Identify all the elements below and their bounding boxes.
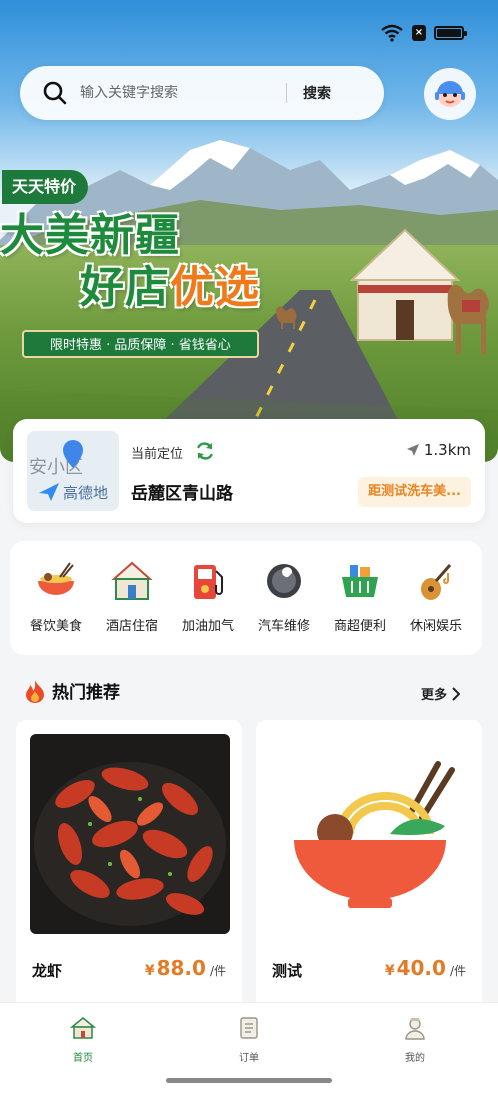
order-scroll-icon: [240, 1017, 258, 1039]
status-bar: ×: [380, 22, 467, 44]
category-hotel[interactable]: 酒店住宿: [94, 559, 170, 634]
product-image-crayfish: [30, 734, 230, 934]
yurt-icon: [111, 561, 153, 600]
map-thumbnail[interactable]: 安小区 高德地: [27, 431, 119, 511]
refresh-icon[interactable]: [195, 441, 215, 461]
price-unit: /件: [209, 964, 226, 978]
wifi-icon: [381, 24, 403, 42]
tab-orders[interactable]: 订单: [204, 1015, 294, 1064]
distance: 1.3km: [406, 441, 471, 459]
battery-icon: [434, 26, 467, 40]
category-label: 休闲娱乐: [409, 619, 462, 634]
category-label: 加油加气: [181, 619, 234, 634]
product-name: 龙虾: [32, 962, 63, 980]
tab-label: 订单: [239, 1053, 259, 1064]
tab-label: 我的: [405, 1053, 425, 1064]
no-sim-icon: ×: [412, 25, 426, 41]
product-image-noodle-bowl: [270, 734, 470, 934]
product-card[interactable]: 龙虾 ¥ 88.0 /件: [16, 720, 242, 1020]
category-label: 酒店住宿: [105, 619, 158, 634]
product-price: ¥ 88.0 /件: [145, 956, 226, 980]
category-label: 商超便利: [333, 619, 386, 634]
wrench-icon: [267, 564, 301, 598]
current-address: 岳麓区青山路: [131, 484, 233, 504]
currency-symbol: ¥: [144, 963, 155, 979]
location-card[interactable]: 安小区 高德地 当前定位 1.3km 岳麓区青山路 距测试洗车美...: [13, 419, 485, 523]
map-logo-text: 高德地: [63, 483, 109, 502]
banner-headline-line2: 好店优选: [80, 262, 260, 314]
category-supermarket[interactable]: 商超便利: [322, 559, 398, 634]
category-food[interactable]: 餐饮美食: [18, 559, 94, 634]
search-icon: [43, 81, 67, 105]
navigation-arrow-icon: [406, 444, 419, 456]
customer-service-button[interactable]: [424, 68, 476, 120]
section-title: 热门推荐: [52, 683, 120, 703]
profile-person-icon: [405, 1018, 425, 1040]
search-button[interactable]: 搜索: [303, 83, 331, 103]
banner-headline-line1: 大美新疆: [0, 210, 180, 261]
more-label: 更多: [420, 688, 447, 703]
tab-profile[interactable]: 我的: [370, 1015, 460, 1064]
crayfish-illustration: [30, 734, 230, 934]
category-fuel[interactable]: 加油加气: [170, 559, 246, 634]
amap-logo-icon: [39, 483, 59, 501]
daily-deal-tag: 天天特价: [2, 170, 89, 204]
search-bar[interactable]: 搜索: [20, 66, 384, 120]
lute-icon: [421, 564, 452, 600]
category-label: 餐饮美食: [29, 619, 82, 634]
product-price: ¥ 40.0 /件: [385, 956, 466, 980]
hot-section-header: 热门推荐: [24, 678, 120, 703]
fire-icon: [26, 679, 44, 703]
food-bowl-icon: [38, 562, 74, 595]
home-yurt-icon: [70, 1017, 96, 1039]
nearest-shop-badge[interactable]: 距测试洗车美...: [358, 477, 471, 507]
category-repair[interactable]: 汽车维修: [246, 559, 322, 634]
chevron-right-icon: [452, 686, 460, 701]
noodle-bowl-illustration: [270, 734, 470, 934]
category-leisure[interactable]: 休闲娱乐: [398, 559, 474, 634]
search-input[interactable]: [80, 85, 280, 101]
headline-part-b: 优选: [170, 262, 260, 313]
currency-symbol: ¥: [384, 963, 395, 979]
product-card[interactable]: 测试 ¥ 40.0 /件: [256, 720, 482, 1020]
category-grid: 餐饮美食 酒店住宿 加油加气 汽车维修 商超便利 休闲娱乐: [10, 541, 482, 655]
shopping-basket-icon: [342, 565, 378, 597]
headline-part-a: 好店: [80, 262, 170, 313]
distance-value: 1.3km: [423, 441, 471, 459]
small-camel-illustration: [276, 306, 297, 329]
price-value: 40.0: [396, 956, 446, 980]
map-pin-icon: [63, 440, 83, 468]
fuel-pump-icon: [194, 565, 223, 599]
map-logo: 高德地: [37, 481, 108, 503]
tab-label: 首页: [73, 1053, 93, 1064]
price-value: 88.0: [156, 956, 206, 980]
search-divider: [286, 83, 287, 103]
category-label: 汽车维修: [257, 619, 310, 634]
home-indicator: [166, 1078, 332, 1083]
more-link[interactable]: 更多: [421, 684, 460, 703]
product-name: 测试: [272, 962, 303, 980]
current-location-label: 当前定位: [131, 447, 184, 462]
camel-illustration: [447, 284, 489, 354]
price-unit: /件: [449, 964, 466, 978]
hero-banner[interactable]: × 搜索 天天特价 大美新疆 好店优选 限时特惠 · 品质保障 · 省钱省心: [0, 0, 498, 462]
customer-service-icon: [435, 81, 465, 107]
tab-home[interactable]: 首页: [38, 1015, 128, 1064]
promo-ribbon: 限时特惠 · 品质保障 · 省钱省心: [22, 330, 259, 358]
